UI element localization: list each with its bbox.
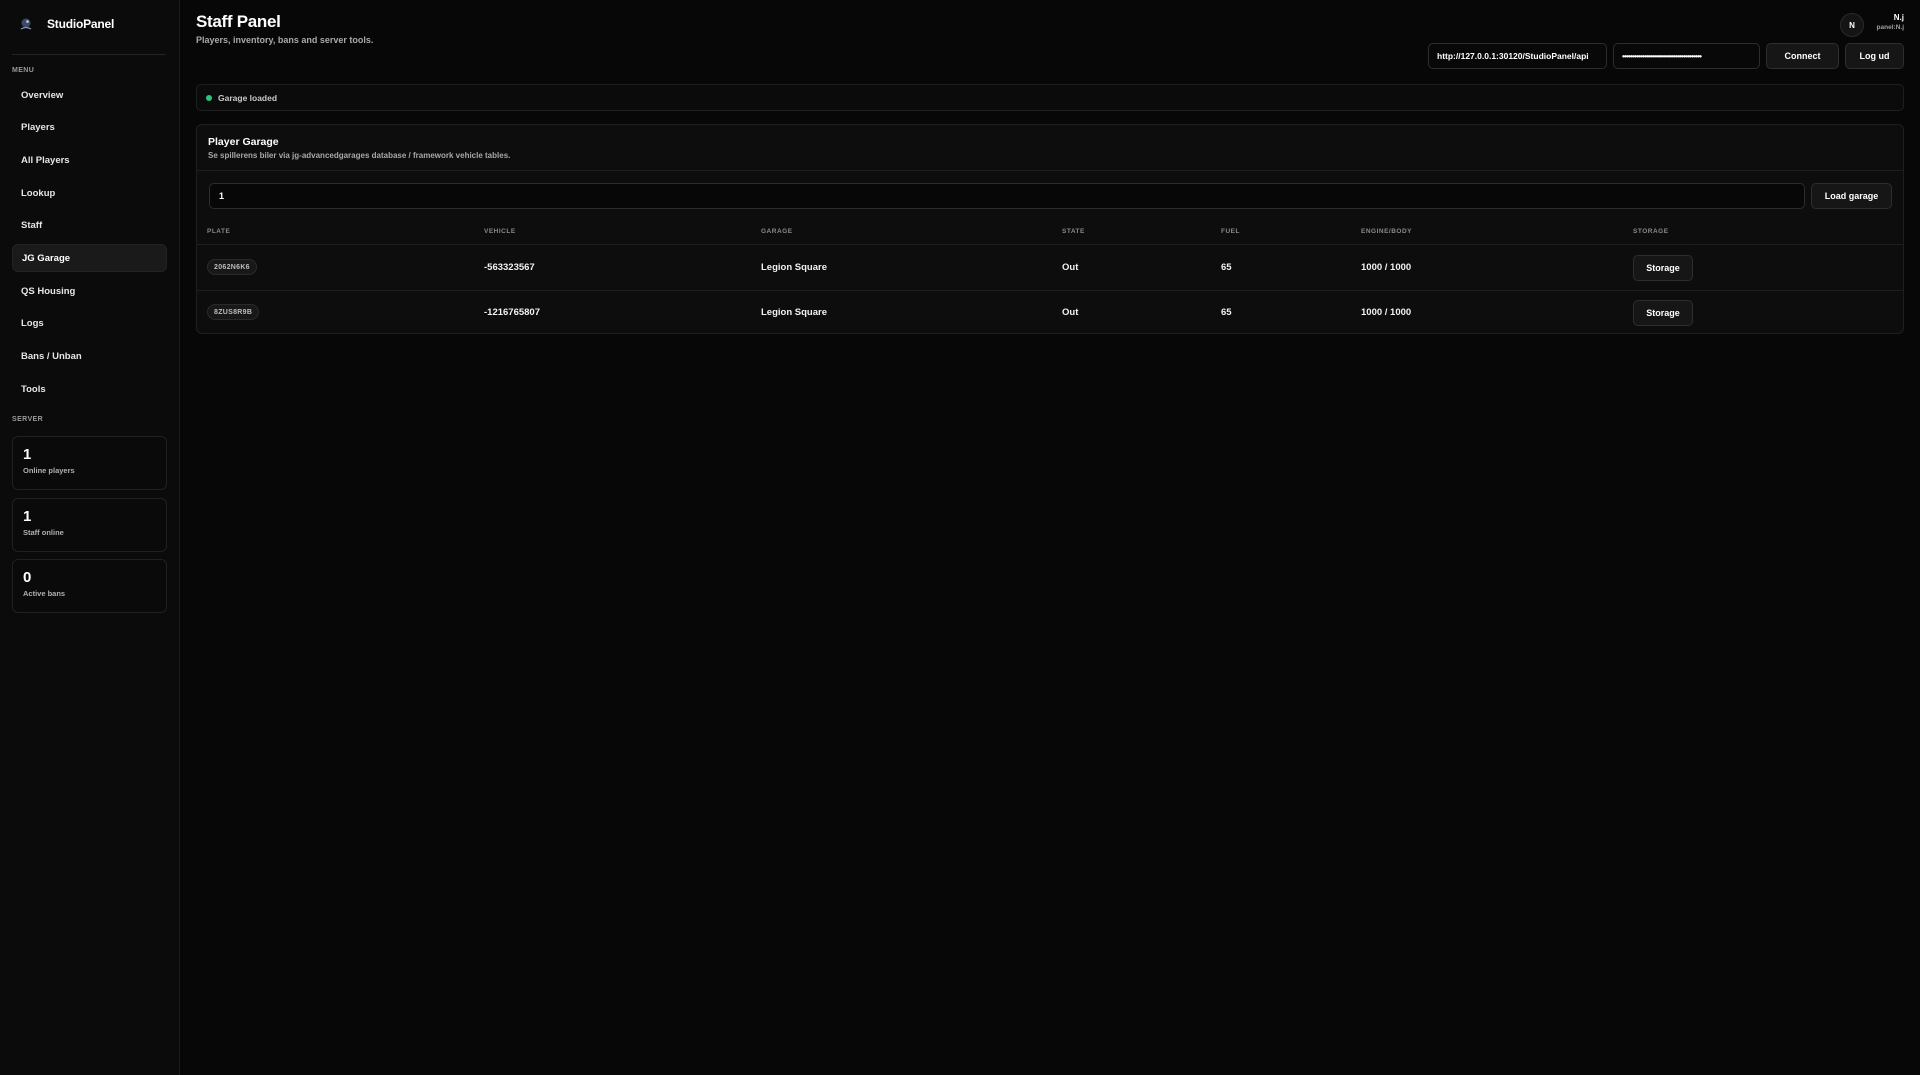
sidebar-item-lookup[interactable]: Lookup <box>12 179 167 207</box>
column-header-fuel: FUEL <box>1221 228 1240 235</box>
menu-section-label: MENU <box>12 67 35 74</box>
plate-badge: 2062N6K6 <box>207 259 257 275</box>
stat-staff-online: 1 Staff online <box>12 497 167 552</box>
vehicle-cell: -1216765807 <box>484 307 540 318</box>
table-row: 2062N6K6 -563323567 Legion Square Out 65… <box>197 246 1903 291</box>
stat-label: Staff online <box>23 527 64 537</box>
stat-value: 1 <box>23 446 32 463</box>
status-bar: Garage loaded <box>196 84 1904 111</box>
sidebar-item-label: Overview <box>21 89 64 101</box>
panel-title: Player Garage <box>208 136 279 148</box>
stat-online-players: 1 Online players <box>12 436 167 490</box>
sidebar-item-label: QS Housing <box>21 285 76 297</box>
studio-logo-icon <box>20 18 32 30</box>
fuel-cell: 65 <box>1221 262 1232 273</box>
engine-body-cell: 1000 / 1000 <box>1361 262 1412 273</box>
fuel-cell: 65 <box>1221 307 1232 318</box>
sidebar-item-label: Tools <box>21 383 46 395</box>
storage-button[interactable]: Storage <box>1633 255 1693 281</box>
state-cell: Out <box>1062 262 1079 273</box>
sidebar-item-all-players[interactable]: All Players <box>12 146 167 174</box>
sidebar-nav: Overview Players All Players Lookup Staf… <box>12 81 167 408</box>
state-cell: Out <box>1062 307 1079 318</box>
sidebar: StudioPanel MENU Overview Players All Pl… <box>0 0 180 1075</box>
page-subtitle: Players, inventory, bans and server tool… <box>196 35 374 45</box>
user-handle: panel:N.j <box>1876 24 1904 31</box>
brand[interactable]: StudioPanel <box>0 0 179 48</box>
sidebar-item-logs[interactable]: Logs <box>12 310 167 338</box>
stat-label: Online players <box>23 466 75 475</box>
stat-label: Active bans <box>23 589 66 598</box>
status-text: Garage loaded <box>218 92 278 103</box>
stat-value: 0 <box>23 569 32 586</box>
column-header-state: STATE <box>1062 228 1085 235</box>
stat-active-bans: 0 Active bans <box>12 559 167 613</box>
table-header: PLATE VEHICLE GARAGE STATE FUEL ENGINE/B… <box>197 225 1903 245</box>
player-id-input[interactable] <box>209 183 1805 209</box>
page-title: Staff Panel <box>196 12 281 31</box>
table-row: 8ZUS8R9B -1216765807 Legion Square Out 6… <box>197 291 1903 336</box>
sidebar-item-overview[interactable]: Overview <box>12 81 167 109</box>
sidebar-item-label: JG Garage <box>22 252 71 264</box>
plate-badge: 8ZUS8R9B <box>207 304 260 320</box>
user-name: N.j <box>1893 13 1904 22</box>
token-input[interactable] <box>1613 43 1760 69</box>
engine-body-cell: 1000 / 1000 <box>1361 307 1412 318</box>
sidebar-item-players[interactable]: Players <box>12 114 167 142</box>
stat-value: 1 <box>23 507 32 525</box>
storage-button[interactable]: Storage <box>1633 300 1693 326</box>
brand-name: StudioPanel <box>47 17 115 31</box>
sidebar-item-label: Logs <box>21 318 44 330</box>
column-header-storage: STORAGE <box>1633 228 1669 235</box>
column-header-plate: PLATE <box>207 228 231 235</box>
player-garage-panel: Player Garage Se spillerens biler via jg… <box>196 124 1904 334</box>
server-stats: 1 Online players 1 Staff online 0 Active… <box>12 436 167 621</box>
sidebar-item-bans-unban[interactable]: Bans / Unban <box>12 343 167 371</box>
brand-divider <box>12 54 166 55</box>
avatar[interactable]: N <box>1840 13 1864 37</box>
sidebar-item-tools[interactable]: Tools <box>12 375 167 403</box>
panel-divider <box>197 170 1903 171</box>
column-header-vehicle: VEHICLE <box>484 228 516 235</box>
sidebar-item-label: All Players <box>21 154 70 166</box>
sidebar-item-label: Lookup <box>21 187 56 199</box>
sidebar-item-staff[interactable]: Staff <box>12 212 167 240</box>
sidebar-item-jg-garage[interactable]: JG Garage <box>12 244 167 273</box>
logout-button[interactable]: Log ud <box>1845 43 1904 69</box>
panel-description: Se spillerens biler via jg-advancedgarag… <box>208 151 511 160</box>
load-garage-button[interactable]: Load garage <box>1811 183 1892 209</box>
sidebar-item-qs-housing[interactable]: QS Housing <box>12 277 167 305</box>
status-ok-icon <box>206 94 212 101</box>
column-header-garage: GARAGE <box>761 228 793 235</box>
server-section-label: SERVER <box>12 416 44 423</box>
garage-cell: Legion Square <box>761 307 827 318</box>
sidebar-item-label: Staff <box>21 220 43 232</box>
connect-button[interactable]: Connect <box>1766 43 1839 69</box>
garage-cell: Legion Square <box>761 262 827 273</box>
vehicle-cell: -563323567 <box>484 262 535 273</box>
sidebar-item-label: Players <box>21 122 55 134</box>
api-url-input[interactable] <box>1428 43 1607 69</box>
column-header-engine-body: ENGINE/BODY <box>1361 228 1413 235</box>
sidebar-item-label: Bans / Unban <box>21 351 82 362</box>
